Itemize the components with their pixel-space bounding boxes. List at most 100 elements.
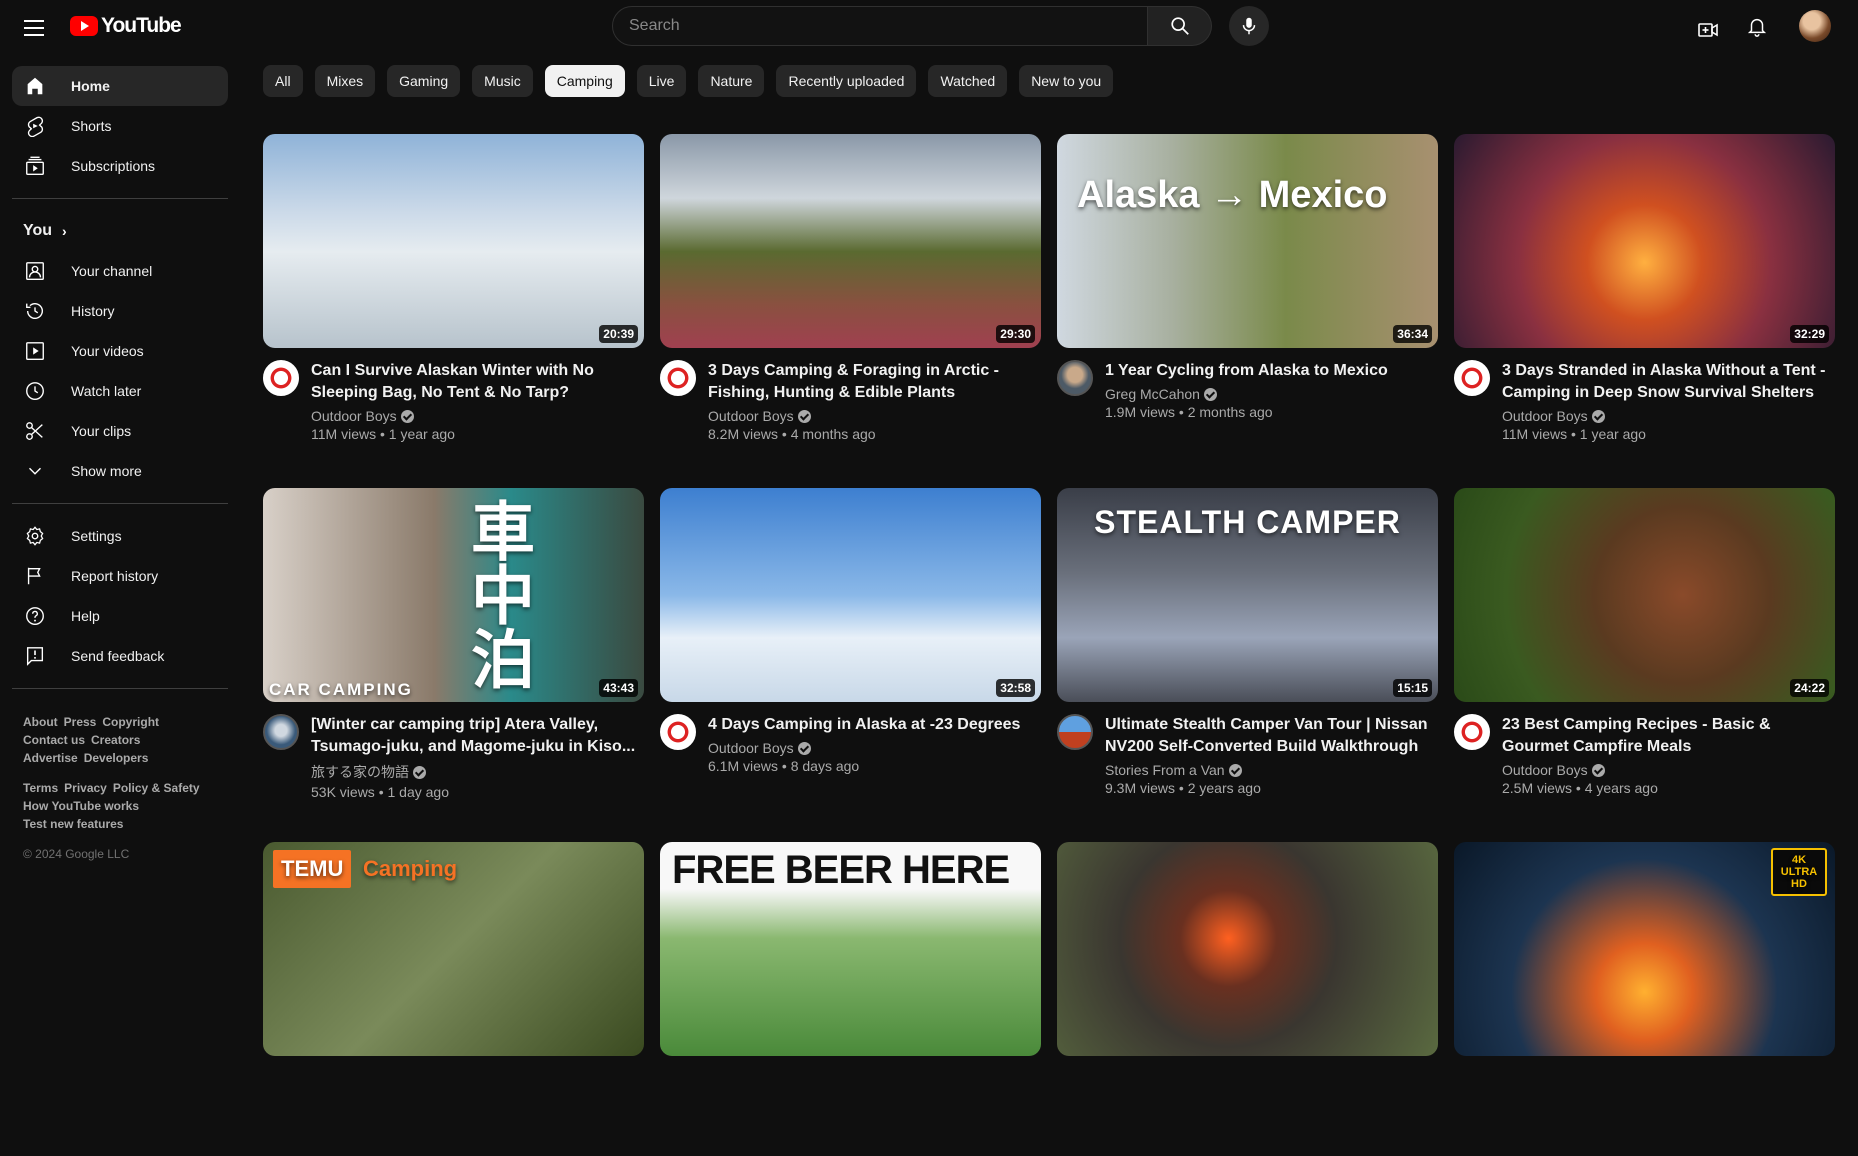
sidebar-item-send-feedback[interactable]: Send feedback [12, 636, 228, 676]
channel-name[interactable]: Greg McCahon [1105, 386, 1438, 402]
chip-nature[interactable]: Nature [698, 65, 765, 97]
sidebar-item-shorts[interactable]: Shorts [12, 106, 228, 146]
channel-name[interactable]: Outdoor Boys [1502, 408, 1835, 424]
sidebar-item-home[interactable]: Home [12, 66, 228, 106]
video-title[interactable]: 3 Days Stranded in Alaska Without a Tent… [1502, 360, 1835, 404]
video-thumbnail[interactable]: 4K ULTRA HD [1454, 842, 1835, 1056]
video-card[interactable]: TEMU Camping [263, 842, 644, 1156]
channel-name[interactable]: Outdoor Boys [311, 408, 644, 424]
video-card[interactable]: FREE BEER HERE [660, 842, 1041, 1156]
footer-link[interactable]: Developers [84, 751, 149, 765]
footer-link[interactable]: Copyright [102, 715, 159, 729]
chip-gaming[interactable]: Gaming [387, 65, 461, 97]
video-thumbnail[interactable]: 車中泊 CAR CAMPING 43:43 [263, 488, 644, 702]
video-title[interactable]: 23 Best Camping Recipes - Basic & Gourme… [1502, 714, 1835, 758]
video-title[interactable]: 3 Days Camping & Foraging in Arctic - Fi… [708, 360, 1041, 404]
sidebar-item-report-history[interactable]: Report history [12, 556, 228, 596]
sidebar-item-your-channel[interactable]: Your channel [12, 251, 228, 291]
channel-avatar[interactable] [1057, 360, 1093, 396]
footer-link[interactable]: Creators [91, 733, 140, 747]
video-title[interactable]: [Winter car camping trip] Atera Valley, … [311, 714, 644, 758]
verified-badge-icon [797, 741, 811, 755]
video-meta: 4 Days Camping in Alaska at -23 Degrees O… [660, 714, 1041, 774]
footer-link[interactable]: Privacy [64, 781, 107, 795]
video-thumbnail[interactable]: STEALTH CAMPER 15:15 [1057, 488, 1438, 702]
chip-new-to-you[interactable]: New to you [1019, 65, 1114, 97]
chip-mixes[interactable]: Mixes [314, 65, 376, 97]
sidebar-item-show-more[interactable]: Show more [12, 451, 228, 491]
chip-camping[interactable]: Camping [544, 65, 625, 97]
youtube-logo[interactable]: YouTube [70, 14, 182, 38]
create-button[interactable] [1688, 10, 1728, 50]
channel-avatar[interactable] [660, 360, 696, 396]
chip-live[interactable]: Live [636, 65, 687, 97]
chip-all[interactable]: All [263, 65, 303, 97]
channel-name[interactable]: Stories From a Van [1105, 762, 1438, 778]
thumbnail-text: FREE BEER HERE [672, 848, 1010, 892]
video-title[interactable]: 1 Year Cycling from Alaska to Mexico [1105, 360, 1438, 382]
video-thumbnail[interactable]: 32:29 [1454, 134, 1835, 348]
sidebar-item-watch-later[interactable]: Watch later [12, 371, 228, 411]
video-card[interactable]: 20:39 Can I Survive Alaskan Winter with N… [263, 134, 644, 448]
video-thumbnail[interactable]: 20:39 [263, 134, 644, 348]
video-thumbnail[interactable]: 24:22 [1454, 488, 1835, 702]
search-icon [1170, 17, 1189, 35]
channel-name[interactable]: 旅する家の物語 [311, 762, 644, 782]
sidebar-item-your-clips[interactable]: Your clips [12, 411, 228, 451]
footer-links: About Press Copyright Contact us Creators Adv… [12, 701, 228, 833]
sidebar-item-help[interactable]: Help [12, 596, 228, 636]
channel-avatar[interactable] [263, 360, 299, 396]
chip-music[interactable]: Music [472, 65, 533, 97]
channel-avatar[interactable] [263, 714, 299, 750]
footer-link[interactable]: How YouTube works [23, 799, 139, 813]
footer-link[interactable]: Press [64, 715, 97, 729]
video-card[interactable]: STEALTH CAMPER 15:15 Ultimate Stealth Camp… [1057, 488, 1438, 802]
video-card[interactable]: 4K ULTRA HD [1454, 842, 1835, 1156]
footer-link[interactable]: Contact us [23, 733, 85, 747]
sidebar-item-history[interactable]: History [12, 291, 228, 331]
channel-avatar[interactable] [660, 714, 696, 750]
video-thumbnail[interactable]: 29:30 [660, 134, 1041, 348]
footer-link[interactable]: Policy & Safety [113, 781, 200, 795]
channel-avatar[interactable] [1454, 360, 1490, 396]
chip-watched[interactable]: Watched [928, 65, 1008, 97]
video-card[interactable]: 32:29 3 Days Stranded in Alaska Without a… [1454, 134, 1835, 448]
video-title[interactable]: Ultimate Stealth Camper Van Tour | Nissa… [1105, 714, 1438, 758]
sidebar-item-label: Your videos [71, 343, 144, 359]
footer-link[interactable]: Test new features [23, 817, 123, 831]
video-thumbnail[interactable] [1057, 842, 1438, 1056]
video-card[interactable]: 32:58 4 Days Camping in Alaska at -23 Deg… [660, 488, 1041, 802]
sidebar-item-subscriptions[interactable]: Subscriptions [12, 146, 228, 186]
video-card[interactable]: Alaska → Mexico 36:34 1 Year Cycling from … [1057, 134, 1438, 448]
video-thumbnail[interactable]: FREE BEER HERE [660, 842, 1041, 1056]
notifications-button[interactable] [1737, 6, 1777, 46]
video-card[interactable]: 29:30 3 Days Camping & Foraging in Arctic… [660, 134, 1041, 448]
sidebar-item-settings[interactable]: Settings [12, 516, 228, 556]
channel-avatar[interactable] [1057, 714, 1093, 750]
video-thumbnail[interactable]: 32:58 [660, 488, 1041, 702]
video-thumbnail[interactable]: Alaska → Mexico 36:34 [1057, 134, 1438, 348]
video-card[interactable]: 24:22 23 Best Camping Recipes - Basic & G… [1454, 488, 1835, 802]
video-card[interactable] [1057, 842, 1438, 1156]
video-card[interactable]: 車中泊 CAR CAMPING 43:43 [Winter car camping t… [263, 488, 644, 802]
footer-link[interactable]: About [23, 715, 58, 729]
account-avatar[interactable] [1799, 10, 1831, 42]
menu-button[interactable] [18, 12, 50, 44]
channel-name[interactable]: Outdoor Boys [708, 408, 1041, 424]
video-title[interactable]: 4 Days Camping in Alaska at -23 Degrees [708, 714, 1041, 736]
channel-name[interactable]: Outdoor Boys [708, 740, 1041, 756]
search-input[interactable] [629, 17, 1147, 35]
video-title[interactable]: Can I Survive Alaskan Winter with No Sle… [311, 360, 644, 404]
footer-link[interactable]: Advertise [23, 751, 78, 765]
footer-link[interactable]: Terms [23, 781, 58, 795]
sidebar-item-label: Your channel [71, 263, 153, 279]
video-thumbnail[interactable]: TEMU Camping [263, 842, 644, 1056]
history-icon [23, 299, 47, 323]
you-section-header[interactable]: You › [12, 211, 228, 251]
sidebar-item-your-videos[interactable]: Your videos [12, 331, 228, 371]
chip-recently-uploaded[interactable]: Recently uploaded [776, 65, 917, 97]
voice-search-button[interactable] [1229, 6, 1269, 46]
channel-avatar[interactable] [1454, 714, 1490, 750]
channel-name[interactable]: Outdoor Boys [1502, 762, 1835, 778]
search-button[interactable] [1148, 6, 1212, 46]
